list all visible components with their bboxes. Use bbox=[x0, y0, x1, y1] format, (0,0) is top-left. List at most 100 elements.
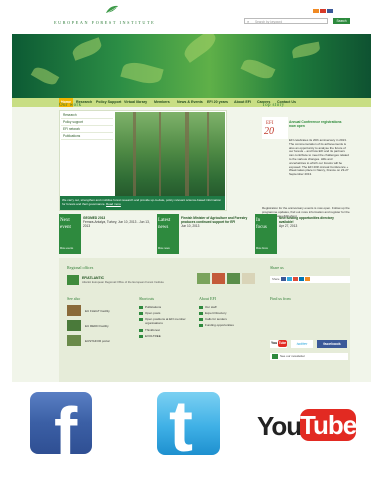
newsletter-link[interactable]: See our newsletter bbox=[270, 353, 348, 360]
our-work-menu-item[interactable]: EFI network bbox=[61, 126, 113, 133]
youtube-you: You bbox=[271, 341, 278, 345]
shortcuts-title: Shortcuts bbox=[139, 296, 155, 301]
our-work-caption: We carry out, strengthen and mobilise fo… bbox=[60, 196, 225, 210]
newsletter-label: See our newsletter bbox=[280, 354, 306, 358]
about-link[interactable]: Our staff bbox=[199, 305, 216, 310]
shortcut-label: Open posts bbox=[145, 311, 161, 315]
regional-offices-title: Regional offices bbox=[67, 265, 94, 270]
about-link[interactable]: Expert Directory bbox=[199, 311, 227, 316]
shortcut-label: Thinkforest bbox=[145, 328, 160, 332]
about-label: Calls for tenders bbox=[205, 317, 227, 321]
facebook-small-icon[interactable] bbox=[327, 9, 333, 13]
caption-text: We carry out, strengthen and mobilise fo… bbox=[62, 198, 222, 206]
read-more-link[interactable]: Read more bbox=[106, 202, 121, 206]
logo-text[interactable]: EUROPEAN FOREST INSTITUTE bbox=[54, 20, 155, 25]
focus-title[interactable]: New funding opportunities directory avai… bbox=[279, 216, 334, 224]
about-efi-title: About EFI bbox=[199, 296, 216, 301]
search-button[interactable]: Search bbox=[333, 18, 350, 24]
nav-news-events[interactable]: News & Events bbox=[177, 98, 203, 107]
nav-efi-20-years[interactable]: EFI 20 years bbox=[207, 98, 228, 107]
event-date: Ferrara-Antalya, Turkey, Jun 10, 2013 - … bbox=[83, 220, 150, 228]
news-title[interactable]: Finnish Minister of Agriculture and Fore… bbox=[181, 216, 247, 224]
twitter-share-icon[interactable] bbox=[287, 277, 293, 282]
shortcut-link[interactable]: EVOLTREE bbox=[139, 334, 161, 339]
regional-logo-icon[interactable] bbox=[242, 273, 255, 284]
band-label-line: Next bbox=[60, 218, 70, 223]
regional-logo-icon[interactable] bbox=[227, 273, 240, 284]
our-work-menu-item[interactable]: Policy support bbox=[61, 119, 113, 126]
news-date: Jun 10, 2013 bbox=[181, 224, 200, 228]
more-share-icon[interactable] bbox=[305, 277, 311, 282]
in-focus-box: In focus More focus New funding opportun… bbox=[255, 214, 350, 254]
see-also-label: EU REDD Facility bbox=[85, 324, 109, 328]
header-icons bbox=[312, 9, 333, 13]
top-story-title: Top story bbox=[262, 103, 285, 108]
in-focus-label: In focus More focus bbox=[255, 214, 277, 254]
shortcut-link[interactable]: Open positions at EFI member organisatio… bbox=[139, 317, 195, 326]
our-work-menu-item[interactable]: Publications bbox=[61, 133, 113, 140]
efi-20-years-logo-icon[interactable]: EFI 20 bbox=[262, 117, 288, 139]
next-event-label: Next event More events bbox=[59, 214, 81, 254]
see-also-thumb bbox=[67, 335, 81, 346]
regional-office-desc: Atlantic European Regional Office of the… bbox=[82, 280, 164, 284]
about-label: Our staff bbox=[205, 305, 217, 309]
rss-icon[interactable] bbox=[313, 9, 319, 13]
our-work-menu-item[interactable]: Research bbox=[61, 112, 113, 119]
our-work-panel: Research Policy support EFI network Publ… bbox=[59, 110, 227, 211]
about-label: Funding opportunities bbox=[205, 323, 234, 327]
about-label: Expert Directory bbox=[205, 311, 227, 315]
youtube-tube: Tube bbox=[278, 340, 287, 347]
latest-news-box: Latest news More news Finnish Minister o… bbox=[157, 214, 252, 254]
youtube-you-text: You bbox=[257, 411, 302, 441]
see-also-label: EU FLEGT Facility bbox=[85, 309, 110, 313]
linkedin-share-icon[interactable] bbox=[299, 277, 305, 282]
twitter-badge[interactable]: twitter bbox=[291, 340, 313, 348]
twitter-icon[interactable]: t bbox=[157, 392, 220, 455]
facebook-badge[interactable]: facebook bbox=[317, 340, 347, 348]
facebook-letter: f bbox=[54, 393, 78, 454]
youtube-small-icon[interactable] bbox=[320, 9, 326, 13]
search-icon: ⌕ bbox=[247, 19, 250, 24]
more-news-link[interactable]: More news bbox=[158, 245, 170, 252]
latest-news-text: Finnish Minister of Agriculture and Fore… bbox=[181, 216, 251, 228]
youtube-icon[interactable]: You Tube bbox=[257, 409, 357, 443]
our-work-menu: Research Policy support EFI network Publ… bbox=[61, 112, 113, 140]
focus-date: Apr 27, 2013 bbox=[279, 224, 298, 228]
nav-about-efi[interactable]: About EFI bbox=[234, 98, 251, 107]
regional-logo-icon[interactable] bbox=[212, 273, 225, 284]
shortcut-label: EVOLTREE bbox=[145, 334, 161, 338]
nav-policy-support[interactable]: Policy Support bbox=[96, 98, 121, 107]
newsletter-icon bbox=[272, 354, 278, 359]
shortcut-link[interactable]: Open posts bbox=[139, 311, 160, 316]
see-also-label: EUSTAFOR portal bbox=[85, 339, 110, 343]
more-events-link[interactable]: More events bbox=[60, 245, 73, 252]
search-placeholder: Search by keyword bbox=[255, 20, 283, 24]
regional-logo-icon[interactable] bbox=[197, 273, 210, 284]
see-also-thumb bbox=[67, 320, 81, 331]
twitter-letter: t bbox=[169, 392, 193, 455]
facebook-share-icon[interactable] bbox=[281, 277, 287, 282]
facebook-icon[interactable]: f bbox=[30, 392, 92, 454]
find-us-title: Find us from bbox=[270, 296, 291, 301]
shortcut-label: Open positions at EFI member organisatio… bbox=[145, 317, 186, 325]
youtube-badge[interactable]: You Tube bbox=[270, 340, 287, 348]
nav-virtual-library[interactable]: Virtual library bbox=[124, 98, 147, 107]
band-label-line: Latest bbox=[158, 218, 171, 223]
site-header: EUROPEAN FOREST INSTITUTE ⌕ Search by ke… bbox=[12, 0, 371, 34]
forest-photo bbox=[115, 112, 225, 208]
next-event-text: GEOMED 2013 Ferrara-Antalya, Turkey, Jun… bbox=[83, 216, 154, 228]
top-story-headline[interactable]: Annual Conference registrations now open bbox=[289, 120, 349, 128]
search-input[interactable]: ⌕ Search by keyword bbox=[244, 18, 328, 24]
nav-members[interactable]: Members bbox=[154, 98, 170, 107]
see-also-title: See also bbox=[67, 296, 81, 301]
more-focus-link[interactable]: More focus bbox=[256, 245, 268, 252]
google-share-icon[interactable] bbox=[293, 277, 299, 282]
hero-banner-image bbox=[12, 34, 371, 98]
shortcut-link[interactable]: Publications bbox=[139, 305, 161, 310]
about-link[interactable]: Funding opportunities bbox=[199, 323, 234, 328]
share-bar: Share bbox=[270, 276, 350, 283]
about-link[interactable]: Calls for tenders bbox=[199, 317, 227, 322]
band-label-line: In bbox=[256, 218, 261, 223]
band-label-line: event bbox=[60, 225, 71, 230]
shortcut-link[interactable]: Thinkforest bbox=[139, 328, 160, 333]
